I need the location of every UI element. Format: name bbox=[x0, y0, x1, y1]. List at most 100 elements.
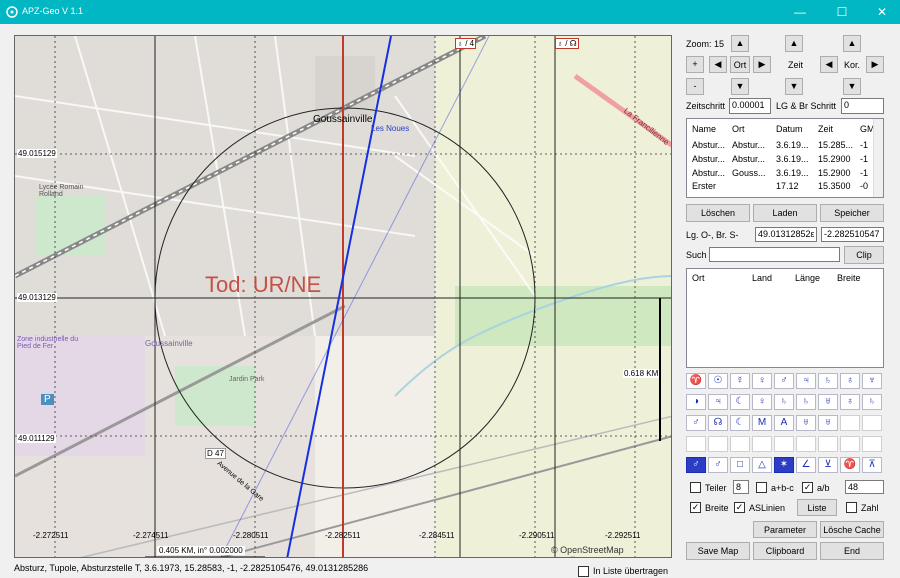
table-cell[interactable]: Abstur... bbox=[732, 140, 765, 150]
table-cell[interactable]: -1 bbox=[860, 168, 868, 178]
search-input[interactable] bbox=[709, 247, 840, 262]
ort-left-button[interactable]: ◀ bbox=[709, 56, 727, 73]
col-header[interactable]: Länge bbox=[795, 273, 820, 283]
parameter-button[interactable]: Parameter bbox=[753, 521, 817, 538]
mars-icon[interactable]: ♂ bbox=[686, 415, 706, 431]
empty-slot[interactable] bbox=[730, 436, 750, 452]
maximize-button[interactable]: ☐ bbox=[822, 0, 862, 24]
table-cell[interactable]: Abstur... bbox=[692, 154, 725, 164]
table-cell[interactable]: Abstur... bbox=[732, 154, 765, 164]
mars-icon[interactable]: ♂ bbox=[774, 373, 794, 389]
table-cell[interactable]: 3.6.19... bbox=[776, 168, 809, 178]
empty-slot[interactable] bbox=[862, 436, 882, 452]
semisquare-icon[interactable]: ∠ bbox=[796, 457, 816, 473]
saturn-icon[interactable]: ♄ bbox=[818, 373, 838, 389]
zeit-up-button[interactable]: ▲ bbox=[785, 35, 803, 52]
table-cell[interactable]: 3.6.19... bbox=[776, 154, 809, 164]
col-header[interactable]: Ort bbox=[732, 124, 745, 134]
col-header[interactable]: Land bbox=[752, 273, 772, 283]
earth-icon[interactable]: ♁ bbox=[840, 394, 860, 410]
asc-icon[interactable]: A bbox=[774, 415, 794, 431]
liste-button[interactable]: Liste bbox=[797, 499, 837, 516]
neptune-icon[interactable]: ♆ bbox=[862, 373, 882, 389]
square-icon[interactable]: □ bbox=[730, 457, 750, 473]
plus-button[interactable]: + bbox=[686, 56, 704, 73]
col-header[interactable]: Datum bbox=[776, 124, 803, 134]
uranus-icon[interactable]: ♅ bbox=[796, 415, 816, 431]
loeschen-button[interactable]: Löschen bbox=[686, 204, 750, 222]
empty-slot[interactable] bbox=[796, 436, 816, 452]
lon-input[interactable]: -2.282510547 bbox=[821, 227, 884, 242]
node-icon[interactable]: ☊ bbox=[708, 415, 728, 431]
table-cell[interactable]: 15.2900 bbox=[818, 168, 851, 178]
minus-button[interactable]: - bbox=[686, 78, 704, 95]
zoom-up-button[interactable]: ▲ bbox=[731, 35, 749, 52]
jupiter-icon[interactable]: ♃ bbox=[708, 394, 728, 410]
laden-button[interactable]: Laden bbox=[753, 204, 817, 222]
col-header[interactable]: Name bbox=[692, 124, 716, 134]
table-cell[interactable]: 3.6.19... bbox=[776, 140, 809, 150]
empty-slot[interactable] bbox=[840, 436, 860, 452]
venus-icon[interactable]: ♀ bbox=[752, 394, 772, 410]
ab-input[interactable]: 48 bbox=[845, 480, 884, 494]
in-liste-checkbox[interactable] bbox=[578, 566, 589, 577]
table-cell[interactable]: 17.12 bbox=[776, 181, 799, 191]
zoom-down-button[interactable]: ▼ bbox=[731, 78, 749, 95]
sextile-icon[interactable]: ✶ bbox=[774, 457, 794, 473]
earth-icon[interactable]: ♁ bbox=[840, 373, 860, 389]
empty-slot[interactable] bbox=[686, 436, 706, 452]
saturn-icon[interactable]: ♄ bbox=[796, 394, 816, 410]
search-results-list[interactable]: Ort Land Länge Breite bbox=[686, 268, 884, 368]
table-cell[interactable]: Abstur... bbox=[692, 168, 725, 178]
uranus-icon[interactable]: ♅ bbox=[818, 415, 838, 431]
abc-checkbox[interactable] bbox=[756, 482, 767, 493]
table-cell[interactable]: -1 bbox=[860, 154, 868, 164]
table-cell[interactable]: 15.285... bbox=[818, 140, 853, 150]
venus-icon[interactable]: ♀ bbox=[752, 373, 772, 389]
col-header[interactable]: Ort bbox=[692, 273, 705, 283]
lgbr-schritt-input[interactable]: 0 bbox=[841, 98, 884, 114]
mercury-icon[interactable]: ☿ bbox=[730, 373, 750, 389]
opposition-icon[interactable]: ♂ bbox=[708, 457, 728, 473]
teiler-input[interactable]: 8 bbox=[733, 480, 749, 494]
saturn-icon[interactable]: ♄ bbox=[774, 394, 794, 410]
col-header[interactable]: Breite bbox=[837, 273, 861, 283]
close-button[interactable]: ✕ bbox=[862, 0, 900, 24]
teiler-checkbox[interactable] bbox=[690, 482, 701, 493]
table-cell[interactable]: -0 bbox=[860, 181, 868, 191]
kor-right-button[interactable]: ▶ bbox=[866, 56, 884, 73]
table-cell[interactable]: Erster bbox=[692, 181, 716, 191]
speicher-button[interactable]: Speicher bbox=[820, 204, 884, 222]
conjunction-icon[interactable]: ♂ bbox=[686, 457, 706, 473]
zeitschritt-input[interactable]: 0.00001 bbox=[729, 98, 771, 114]
end-button[interactable]: End bbox=[820, 542, 884, 560]
aslinien-checkbox[interactable]: ✓ bbox=[734, 502, 745, 513]
loesche-cache-button[interactable]: Lösche Cache bbox=[820, 521, 884, 538]
clip-button[interactable]: Clip bbox=[844, 246, 884, 264]
empty-slot[interactable] bbox=[818, 436, 838, 452]
ort-right-button[interactable]: ▶ bbox=[753, 56, 771, 73]
jupiter-icon[interactable]: ♃ bbox=[796, 373, 816, 389]
sun-icon[interactable]: ☉ bbox=[708, 373, 728, 389]
col-header[interactable]: Zeit bbox=[818, 124, 833, 134]
trine-icon[interactable]: △ bbox=[752, 457, 772, 473]
table-cell[interactable]: 15.3500 bbox=[818, 181, 851, 191]
table-cell[interactable]: Abstur... bbox=[692, 140, 725, 150]
zeit-down-button[interactable]: ▼ bbox=[785, 78, 803, 95]
aspect-icon[interactable]: ⊼ bbox=[862, 457, 882, 473]
map-view[interactable]: Tod: UR/NE 49.015129 49.013129 49.011129… bbox=[14, 35, 672, 558]
moon-icon[interactable]: ☾ bbox=[730, 394, 750, 410]
moon-icon[interactable]: ☾ bbox=[730, 415, 750, 431]
moon-phase-icon[interactable]: ◑ bbox=[686, 394, 706, 410]
table-cell[interactable]: 15.2900 bbox=[818, 154, 851, 164]
table-scrollbar[interactable] bbox=[873, 119, 883, 197]
saturn-icon[interactable]: ♄ bbox=[862, 394, 882, 410]
quincunx-icon[interactable]: ⊻ bbox=[818, 457, 838, 473]
uranus-icon[interactable]: ♅ bbox=[818, 394, 838, 410]
breite-checkbox[interactable]: ✓ bbox=[690, 502, 701, 513]
empty-slot[interactable] bbox=[840, 415, 860, 431]
table-cell[interactable]: Gouss... bbox=[732, 168, 766, 178]
clipboard-button[interactable]: Clipboard bbox=[753, 542, 817, 560]
save-map-button[interactable]: Save Map bbox=[686, 542, 750, 560]
aspect-icon[interactable]: ♈ bbox=[840, 457, 860, 473]
